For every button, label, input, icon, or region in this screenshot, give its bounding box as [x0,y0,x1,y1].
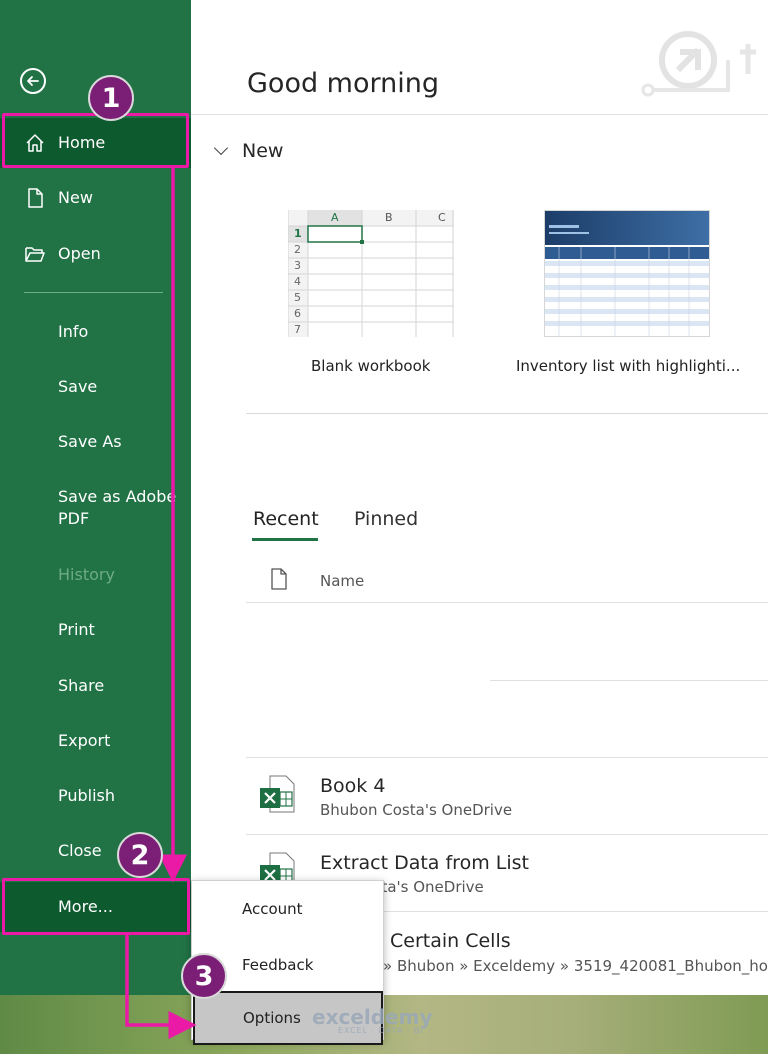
file-name: Book 4 [320,775,386,797]
grid-row-header: 4 [294,275,301,288]
sidebar-item-share[interactable]: Share [0,661,191,711]
excel-file-icon [260,775,295,813]
watermark-logo: exceldemy EXCEL · DATA · BI [312,1005,433,1035]
list-separator [246,757,768,758]
new-section-divider [246,413,768,414]
sidebar-item-label: Info [58,322,89,341]
callout-badge-2: 2 [117,832,163,878]
callout-badge-3: 3 [181,953,227,999]
sidebar-item-label: Close [58,841,102,860]
grid-row-header: 5 [294,291,301,304]
file-location: » Bhubon » Exceldemy » 3519_420081_Bhubo… [383,957,768,975]
spreadsheet-grid-icon [288,210,454,337]
sidebar-item-label: Print [58,620,95,639]
tab-recent[interactable]: Recent [253,508,319,530]
sidebar-item-label: Export [58,731,111,750]
back-arrow-icon[interactable] [20,68,46,94]
tab-pinned[interactable]: Pinned [354,508,418,530]
sidebar-item-publish[interactable]: Publish [0,771,191,821]
grid-row-header: 6 [294,307,301,320]
grid-row-header: 3 [294,259,301,272]
grid-row-header: 1 [294,227,302,240]
sidebar-item-save-as[interactable]: Save As [0,417,191,467]
new-section-header[interactable]: New [213,140,284,162]
grid-col-header: A [331,211,339,224]
list-separator [246,834,768,835]
sidebar-item-label-line2: PDF [58,509,90,528]
folder-open-icon [25,247,45,262]
menu-item-options-label: Options [243,1009,301,1027]
sidebar-item-export[interactable]: Export [0,716,191,766]
file-name: Certain Cells [390,930,511,952]
sidebar-item-new[interactable]: New [0,173,191,223]
sidebar-item-print[interactable]: Print [0,605,191,655]
inventory-list-thumbnail[interactable] [544,210,710,337]
watermark-tagline: EXCEL · DATA · BI [338,1026,424,1035]
inventory-template-preview-icon [545,211,709,336]
callout-badge-1: 1 [88,75,134,121]
grid-row-header: 2 [294,243,301,256]
column-header-name[interactable]: Name [320,572,364,590]
grid-row-header: 7 [294,323,301,336]
grid-col-header: C [438,211,446,224]
file-location: Bhubon Costa's OneDrive [320,801,513,819]
header-divider [191,114,768,115]
menu-item-feedback[interactable]: Feedback [242,956,313,974]
greeting-title: Good morning [247,68,439,99]
highlight-box-more [2,878,190,935]
sidebar-item-label: Publish [58,786,116,805]
sidebar-item-info[interactable]: Info [0,307,191,357]
sidebar-item-save-as-adobe-pdf[interactable]: Save as Adobe PDF [0,486,191,536]
sidebar-item-label: Save As [58,432,122,451]
list-separator [490,680,768,681]
list-header-divider [246,602,768,603]
new-document-icon [28,188,43,208]
file-type-icon [271,568,287,590]
highlight-box-home [2,113,189,168]
sidebar-item-save[interactable]: Save [0,362,191,412]
grid-col-header: B [385,211,393,224]
tab-recent-underline [252,538,318,541]
sidebar-item-label: Open [58,244,101,263]
sidebar-item-label-line1: Save as Adobe [58,487,177,506]
template-label-blank-workbook[interactable]: Blank workbook [311,357,430,375]
file-name: Extract Data from List [320,852,529,874]
menu-item-account[interactable]: Account [242,900,303,918]
sidebar-item-label: Share [58,676,105,695]
new-section-label: New [242,140,284,162]
sidebar-divider [24,292,163,293]
sidebar-item-label: History [58,565,115,584]
sidebar-item-label: Save [58,377,98,396]
template-label-inventory-list[interactable]: Inventory list with highlighti... [516,357,740,375]
blank-workbook-thumbnail[interactable]: A B C 1 2 3 4 5 6 7 [288,210,454,337]
header-decoration-graphic [641,31,756,97]
sidebar-item-history: History [0,550,191,600]
sidebar-item-label: New [58,188,93,207]
chevron-down-icon [213,140,229,156]
sidebar-item-open[interactable]: Open [0,229,191,279]
